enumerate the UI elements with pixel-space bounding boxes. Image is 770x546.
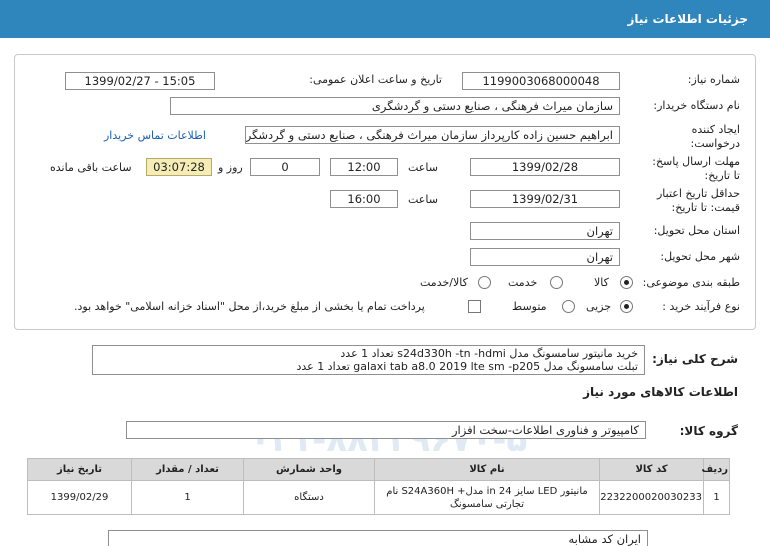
table-header-row: ردیف کد کالا نام کالا واحد شمارش تعداد /… [27,458,730,481]
process-label: نوع فرآیند خرید : [662,300,740,313]
page-title: جزئیات اطلاعات نیاز [627,12,748,26]
city-label: شهر محل تحویل: [660,250,740,263]
category-radio-goods[interactable] [620,276,633,289]
col-header-code: کد کالا [599,458,704,481]
need-number-label: شماره نیاز: [687,73,740,86]
process-radio-minor[interactable] [620,300,633,313]
days-field: 0 [250,158,320,176]
table-row: 1 2232200020030233 مانیتور LED سایز 24 i… [27,480,730,515]
validity-label-2: قیمت: تا تاریخ: [671,201,740,214]
cell-date: 1399/02/29 [27,480,132,515]
buyer-org-field: سازمان میراث فرهنگی ، صنایع دستی و گردشگ… [170,97,620,115]
treasury-payment-note: پرداخت تمام یا بخشی از مبلغ خرید،از محل … [74,300,425,313]
description-line-2: تبلت سامسونگ مدل galaxi tab a8.0 2019 lt… [296,360,638,373]
deadline-label-2: تا تاریخ: [704,169,740,182]
goods-info-title: اطلاعات کالاهای مورد نیاز [583,385,738,399]
city-field: تهران [470,248,620,266]
cell-name: مانیتور LED سایز 24 in مدل+ S24A360H نام… [374,480,600,515]
col-header-unit: واحد شمارش [243,458,375,481]
days-label: روز و [218,161,243,174]
deadline-date-field: 1399/02/28 [470,158,620,176]
buyer-org-label: نام دستگاه خریدار: [653,99,740,112]
category-option-service: خدمت [508,276,538,289]
validity-date-field: 1399/02/31 [470,190,620,208]
creator-field: ابراهیم حسین زاده کارپرداز سازمان میراث … [245,126,620,144]
process-radio-medium[interactable] [562,300,575,313]
process-option-minor: جزیی [586,300,612,313]
category-label: طبقه بندی موضوعی: [642,276,740,289]
validity-time-label: ساعت [408,193,438,206]
similar-code-note: ایران کد مشابه [108,530,648,546]
category-option-goods-service: کالا/خدمت [420,276,468,289]
goods-group-field: کامپیوتر و فناوری اطلاعات-سخت افزار [126,421,646,439]
page-header: جزئیات اطلاعات نیاز [0,0,770,38]
announce-date-field: 1399/02/27 - 15:05 [65,72,215,90]
category-option-goods: کالا [594,276,609,289]
category-radio-goods-service[interactable] [478,276,491,289]
contact-buyer-link[interactable]: اطلاعات تماس خریدار [104,129,206,142]
cell-code: 2232200020030233 [599,480,704,515]
treasury-payment-checkbox[interactable] [468,300,481,313]
deadline-time-field: 12:00 [330,158,398,176]
creator-label-1: ایجاد کننده [691,123,740,136]
remaining-time-field: 03:07:28 [146,158,212,176]
goods-group-label: گروه کالا: [679,424,738,438]
province-field: تهران [470,222,620,240]
cell-row: 1 [703,480,730,515]
validity-label-1: حداقل تاریخ اعتبار [656,187,740,200]
province-label: استان محل تحویل: [653,224,740,237]
deadline-time-label: ساعت [408,161,438,174]
validity-time-field: 16:00 [330,190,398,208]
col-header-row: ردیف [701,458,730,481]
cell-qty: 1 [131,480,244,515]
category-radio-service[interactable] [550,276,563,289]
process-option-medium: متوسط [512,300,547,313]
deadline-label-1: مهلت ارسال پاسخ: [652,155,740,168]
description-label: شرح کلی نیاز: [652,352,738,366]
col-header-date: تاریخ نیاز [27,458,132,481]
creator-label-2: درخواست: [690,137,740,150]
goods-table: ردیف کد کالا نام کالا واحد شمارش تعداد /… [27,458,730,515]
col-header-qty: تعداد / مقدار [131,458,244,481]
cell-unit: دستگاه [243,480,375,515]
remaining-label: ساعت باقی مانده [50,161,132,174]
col-header-name: نام کالا [374,458,600,481]
announce-date-label: تاریخ و ساعت اعلان عمومی: [309,73,442,86]
description-box: خرید مانیتور سامسونگ مدل s24d330h -tn -h… [92,345,645,375]
need-number-field: 1199003068000048 [462,72,620,90]
description-line-1: خرید مانیتور سامسونگ مدل s24d330h -tn -h… [340,347,638,360]
